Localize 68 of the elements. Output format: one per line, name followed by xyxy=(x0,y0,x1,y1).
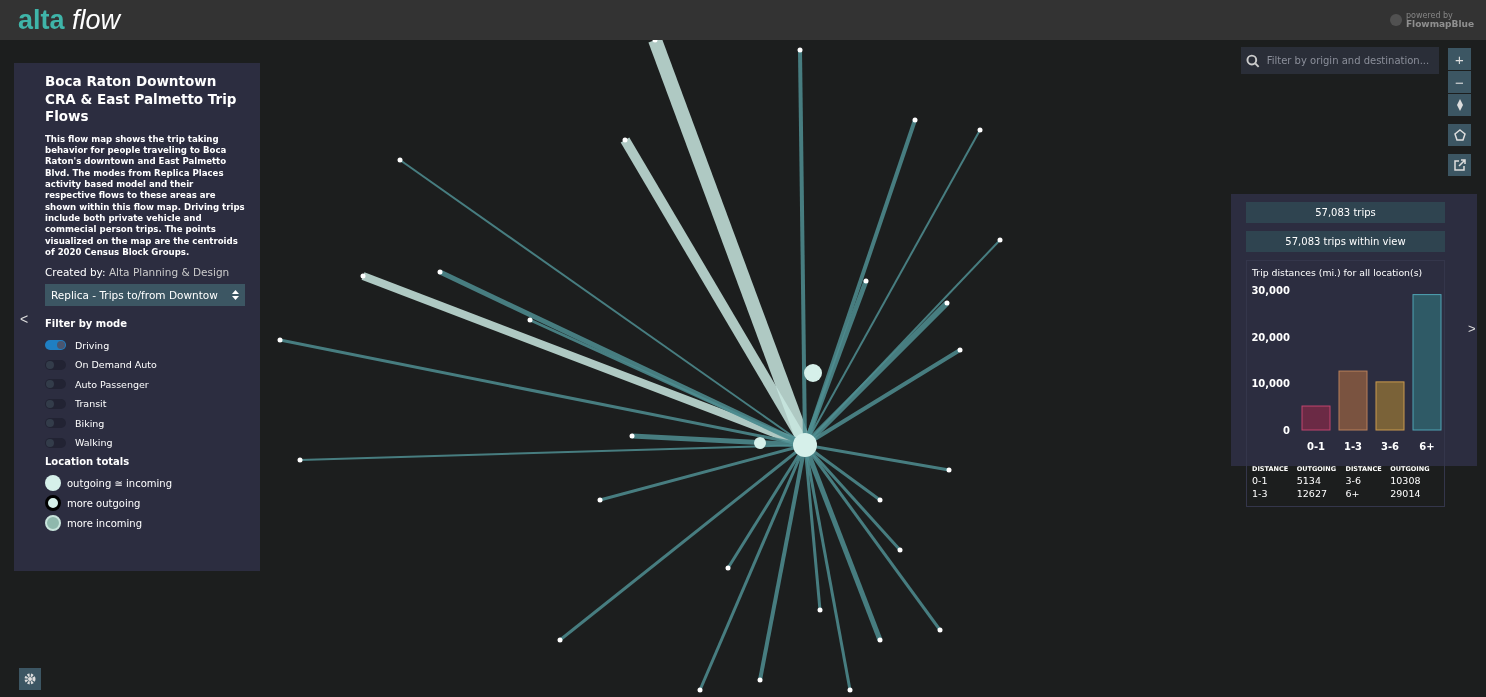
chart-bar xyxy=(1301,405,1331,431)
search-input[interactable]: Filter by origin and destination... xyxy=(1264,54,1434,67)
alta-flow-logo: alta flow xyxy=(18,4,121,36)
toggle-switch[interactable] xyxy=(45,418,66,429)
axis-tick-label: 20,000 xyxy=(1252,331,1290,343)
chart-title: Trip distances (mi.) for all location(s) xyxy=(1252,267,1424,278)
axis-category-label: 0-1 xyxy=(1306,441,1326,452)
open-external-button[interactable] xyxy=(1448,154,1471,176)
legend-heading: Location totals xyxy=(45,456,131,468)
table-cell-text: 3-6 xyxy=(1345,474,1362,487)
axis-tick-label: 30,000 xyxy=(1252,285,1290,296)
axis-tick-label: 0 xyxy=(1283,425,1290,436)
filter-heading: Filter by mode xyxy=(45,318,129,330)
settings-button[interactable] xyxy=(19,668,41,690)
zoom-in-button[interactable]: + xyxy=(1448,48,1471,70)
legend-circle-icon xyxy=(45,515,61,532)
mode-label: Driving xyxy=(75,339,110,351)
table-cell-text: 5134 xyxy=(1296,474,1322,487)
trips-in-view: 57,083 trips within view xyxy=(1246,231,1445,252)
toggle-switch[interactable] xyxy=(45,379,66,390)
description-text: This flow map shows the trip taking behavior for people traveling to Boca Raton's downtown and East Palmetto Blvd. The modes from Replica Places activity based model and their respective flows to these areas are shown within this flow map. Driving trips include both private vehicle and commecial person trips. The points visualized on the map are the centroids of 2020 Census Block Groups. xyxy=(45,133,246,259)
chart-bar xyxy=(1375,381,1405,431)
mode-label: On Demand Auto xyxy=(75,359,157,371)
table-cell-text: 12627 xyxy=(1296,487,1328,500)
table-cell: 0-1 xyxy=(1252,474,1297,487)
toggle-switch[interactable] xyxy=(45,359,66,370)
updown-caret-icon xyxy=(232,290,239,301)
author-name: Alta Planning & Design xyxy=(108,266,230,279)
table-cell-text: 10308 xyxy=(1390,474,1422,487)
axis-tick-label: 10,000 xyxy=(1252,378,1290,390)
powered-by-badge[interactable]: powered by FlowmapBlue xyxy=(1388,11,1474,29)
legend-label: more incoming xyxy=(67,517,143,529)
polygon-select-button[interactable] xyxy=(1448,124,1471,146)
toggle-switch[interactable] xyxy=(45,398,66,409)
toggle-switch[interactable] xyxy=(45,437,66,448)
legend-label: outgoing ≅ incoming xyxy=(67,477,172,489)
powered-by-text: powered by xyxy=(1405,11,1454,20)
legend-label: more outgoing xyxy=(67,497,141,509)
table-cell: 1-3 xyxy=(1252,487,1297,500)
compass-button[interactable] xyxy=(1448,94,1471,116)
brand-name: FlowmapBlue xyxy=(1405,19,1474,29)
mode-label: Walking xyxy=(75,437,113,449)
external-link-icon xyxy=(1452,158,1467,172)
legend-circle-icon xyxy=(45,475,61,492)
dataset-dropdown[interactable]: Replica - Trips to/from Downtow xyxy=(45,284,245,307)
gear-icon xyxy=(23,672,37,686)
mode-label: Biking xyxy=(75,417,105,429)
axis-category-label: 6+ xyxy=(1419,441,1435,452)
legend-circle-icon xyxy=(45,495,61,512)
toggle-switch[interactable] xyxy=(45,340,66,351)
axis-category-label: 3-6 xyxy=(1380,441,1400,452)
search-icon xyxy=(1246,53,1260,68)
chart-bar xyxy=(1338,370,1368,431)
panel-title: Boca Raton Downtown CRA & East Palmetto Trip Flows xyxy=(45,73,238,126)
pentagon-icon xyxy=(1452,128,1467,142)
compass-icon xyxy=(1455,98,1464,112)
trip-count: 57,083 trips xyxy=(1246,202,1445,223)
map-background[interactable] xyxy=(0,40,1486,697)
search-field[interactable]: Filter by origin and destination... xyxy=(1241,47,1439,74)
zoom-out-button[interactable]: − xyxy=(1448,71,1471,93)
mode-label: Auto Passenger xyxy=(75,378,149,390)
table-cell-text: 29014 xyxy=(1390,487,1422,500)
mode-label: Transit xyxy=(75,398,107,410)
created-by-label: Created by: xyxy=(45,266,106,279)
expand-panel-button[interactable]: > xyxy=(1462,320,1482,337)
axis-category-label: 1-3 xyxy=(1343,441,1363,452)
table-cell: 6+ xyxy=(1345,487,1391,500)
collapse-panel-button[interactable]: < xyxy=(14,310,35,328)
